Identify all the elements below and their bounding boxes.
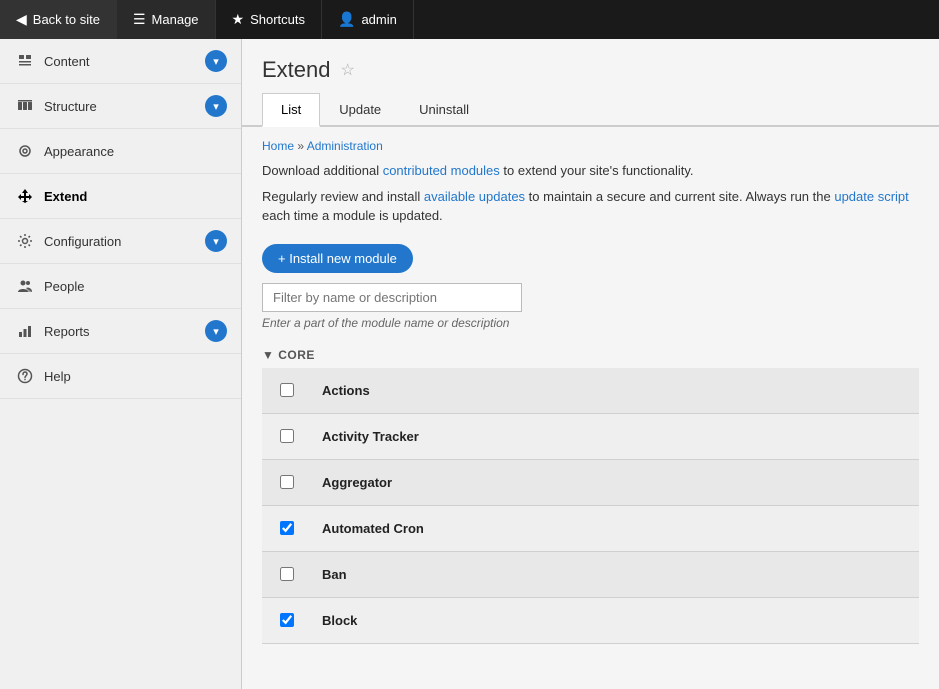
reports-expand-icon[interactable]: ▾ [205, 320, 227, 342]
module-row-automated-cron: Automated Cron [262, 506, 919, 552]
module-row-block: Block [262, 598, 919, 644]
filter-input[interactable] [262, 283, 522, 312]
sidebar-item-appearance[interactable]: Appearance [0, 129, 241, 174]
module-name-actions: Actions [312, 371, 919, 410]
help-icon [14, 365, 36, 387]
shortcuts-icon: ★ [232, 11, 245, 28]
page-title: Extend [262, 57, 331, 83]
checkbox-automated-cron[interactable] [280, 521, 294, 535]
manage-label: Manage [152, 12, 199, 27]
modules-list: Actions Activity Tracker Aggregator [262, 368, 919, 644]
module-checkbox-actions[interactable] [262, 383, 312, 397]
sidebar-item-configuration[interactable]: Configuration ▾ [0, 219, 241, 264]
back-to-site-label: Back to site [33, 12, 100, 27]
configuration-icon [14, 230, 36, 252]
available-updates-link[interactable]: available updates [424, 189, 525, 204]
content-label: Content [44, 54, 205, 69]
shortcuts-label: Shortcuts [250, 12, 305, 27]
sidebar-item-help[interactable]: Help [0, 354, 241, 399]
breadcrumb-home[interactable]: Home [262, 139, 294, 153]
sidebar-item-structure[interactable]: Structure ▾ [0, 84, 241, 129]
module-name-aggregator: Aggregator [312, 463, 919, 502]
bookmark-icon[interactable]: ☆ [341, 60, 355, 80]
extend-icon [14, 185, 36, 207]
description-2: Regularly review and install available u… [262, 187, 919, 226]
module-checkbox-activity-tracker[interactable] [262, 429, 312, 443]
tab-update[interactable]: Update [320, 93, 400, 127]
structure-label: Structure [44, 99, 205, 114]
install-new-module-button[interactable]: + Install new module [262, 244, 413, 273]
sidebar: Content ▾ Structure ▾ Appearance Extend [0, 39, 242, 689]
tabs-bar: List Update Uninstall [242, 93, 939, 127]
extend-label: Extend [44, 189, 227, 204]
admin-icon: 👤 [338, 11, 355, 28]
sidebar-item-extend[interactable]: Extend [0, 174, 241, 219]
sidebar-item-people[interactable]: People [0, 264, 241, 309]
back-icon: ◀ [16, 11, 27, 28]
people-icon [14, 275, 36, 297]
content-expand-icon[interactable]: ▾ [205, 50, 227, 72]
configuration-expand-icon[interactable]: ▾ [205, 230, 227, 252]
module-name-automated-cron: Automated Cron [312, 509, 919, 548]
module-row-actions: Actions [262, 368, 919, 414]
page-header: Extend ☆ [242, 39, 939, 93]
contributed-modules-link[interactable]: contributed modules [383, 163, 500, 178]
shortcuts-link[interactable]: ★ Shortcuts [216, 0, 322, 39]
module-checkbox-block[interactable] [262, 613, 312, 627]
checkbox-actions[interactable] [280, 383, 294, 397]
module-checkbox-automated-cron[interactable] [262, 521, 312, 535]
structure-expand-icon[interactable]: ▾ [205, 95, 227, 117]
appearance-icon [14, 140, 36, 162]
back-to-site-link[interactable]: ◀ Back to site [0, 0, 117, 39]
module-row-aggregator: Aggregator [262, 460, 919, 506]
content-area: Home » Administration Download additiona… [242, 139, 939, 644]
checkbox-block[interactable] [280, 613, 294, 627]
manage-link[interactable]: ☰ Manage [117, 0, 216, 39]
top-nav: ◀ Back to site ☰ Manage ★ Shortcuts 👤 ad… [0, 0, 939, 39]
people-label: People [44, 279, 227, 294]
admin-link[interactable]: 👤 admin [322, 0, 414, 39]
checkbox-activity-tracker[interactable] [280, 429, 294, 443]
module-checkbox-ban[interactable] [262, 567, 312, 581]
main-content: Extend ☆ List Update Uninstall Home » Ad… [242, 39, 939, 689]
sidebar-item-content[interactable]: Content ▾ [0, 39, 241, 84]
tab-uninstall[interactable]: Uninstall [400, 93, 488, 127]
checkbox-aggregator[interactable] [280, 475, 294, 489]
breadcrumb-separator: » [297, 139, 306, 153]
checkbox-ban[interactable] [280, 567, 294, 581]
core-section-toggle[interactable]: ▼ CORE [262, 348, 315, 362]
breadcrumb-admin[interactable]: Administration [307, 139, 383, 153]
breadcrumb: Home » Administration [262, 139, 919, 153]
update-script-link[interactable]: update script [834, 189, 908, 204]
configuration-label: Configuration [44, 234, 205, 249]
filter-hint: Enter a part of the module name or descr… [262, 316, 919, 330]
layout: Content ▾ Structure ▾ Appearance Extend [0, 39, 939, 689]
module-name-block: Block [312, 601, 919, 640]
admin-label: admin [361, 12, 396, 27]
description-1: Download additional contributed modules … [262, 161, 919, 181]
module-name-ban: Ban [312, 555, 919, 594]
content-icon [14, 50, 36, 72]
module-row-ban: Ban [262, 552, 919, 598]
reports-label: Reports [44, 324, 205, 339]
manage-icon: ☰ [133, 11, 146, 28]
appearance-label: Appearance [44, 144, 227, 159]
module-row-activity-tracker: Activity Tracker [262, 414, 919, 460]
core-section-header: ▼ CORE [262, 342, 919, 368]
sidebar-item-reports[interactable]: Reports ▾ [0, 309, 241, 354]
structure-icon [14, 95, 36, 117]
tab-list[interactable]: List [262, 93, 320, 127]
module-checkbox-aggregator[interactable] [262, 475, 312, 489]
module-name-activity-tracker: Activity Tracker [312, 417, 919, 456]
reports-icon [14, 320, 36, 342]
help-label: Help [44, 369, 227, 384]
